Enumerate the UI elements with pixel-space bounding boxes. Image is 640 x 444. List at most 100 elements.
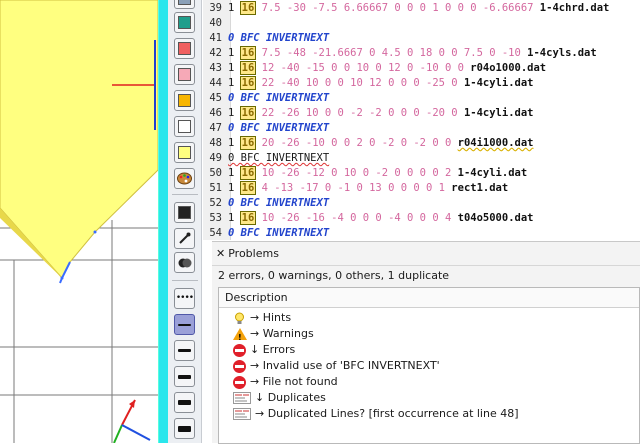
- line-thickest-icon[interactable]: [174, 418, 195, 439]
- editor-line[interactable]: 48 1 16 20 -26 -10 0 0 2 0 -2 0 -2 0 0 r0…: [203, 136, 533, 151]
- problem-row[interactable]: ↓ Errors: [233, 342, 295, 358]
- problem-row[interactable]: → Duplicated Lines? [first occurrence at…: [233, 406, 519, 422]
- line-number: 47: [209, 122, 222, 134]
- editor-line[interactable]: 43 1 16 12 -40 -15 0 0 10 0 12 0 -10 0 0 …: [203, 61, 546, 76]
- line-params: 22 -40 10 0 0 10 12 0 0 0 -25 0: [261, 77, 458, 89]
- line-type: 1: [228, 182, 235, 194]
- line-number: 42: [209, 47, 222, 59]
- editor-line[interactable]: 51 1 16 4 -13 -17 0 -1 0 13 0 0 0 0 1 rec…: [203, 181, 508, 196]
- error-icon: [233, 343, 246, 357]
- line-params: 4 -13 -17 0 -1 0 13 0 0 0 0 1: [261, 182, 445, 194]
- editor-line[interactable]: 45 0 BFC INVERTNEXT: [203, 91, 329, 106]
- line-number: 52: [209, 197, 222, 209]
- line-number: 51: [209, 182, 222, 194]
- line-type: 1: [228, 167, 235, 179]
- line-type: 1: [228, 77, 235, 89]
- line-params: 22 -26 10 0 0 -2 -2 0 0 0 -20 0: [261, 107, 458, 119]
- subfile-name: r04i1000.dat: [457, 137, 534, 149]
- color-button-red[interactable]: [174, 38, 195, 59]
- problem-text: → Duplicated Lines? [first occurrence at…: [255, 407, 519, 420]
- problem-text: ↓ Duplicates: [255, 391, 326, 404]
- hint-icon: [233, 312, 246, 325]
- comment-text: 0 BFC INVERTNEXT: [228, 227, 330, 239]
- editor-line[interactable]: 41 0 BFC INVERTNEXT: [203, 31, 329, 46]
- problem-text: → File not found: [250, 375, 338, 388]
- problem-row[interactable]: ! → Warnings: [233, 326, 314, 342]
- editor-line[interactable]: 42 1 16 7.5 -48 -21.6667 0 4.5 0 18 0 0 7…: [203, 46, 597, 61]
- color-button-white[interactable]: [174, 116, 195, 137]
- color-code: 16: [239, 211, 257, 225]
- subfile-name: 1-4cyls.dat: [527, 47, 597, 59]
- line-number: 53: [209, 212, 222, 224]
- editor-line[interactable]: 53 1 16 10 -26 -16 -4 0 0 0 -4 0 0 0 4 t0…: [203, 211, 533, 226]
- color-code: 16: [239, 181, 257, 195]
- duplicate-icon: [233, 391, 251, 405]
- warning-icon: !: [233, 327, 247, 342]
- subfile-name: 1-4cyli.dat: [457, 167, 528, 179]
- problems-summary: 2 errors, 0 warnings, 0 others, 1 duplic…: [218, 269, 450, 282]
- line-number: 46: [209, 107, 222, 119]
- color-code: 16: [239, 46, 257, 60]
- problems-panel: ✕ Problems 2 errors, 0 warnings, 0 others…: [212, 241, 640, 444]
- line-type: 1: [228, 212, 235, 224]
- line-params: 10 -26 -16 -4 0 0 0 -4 0 0 0 4: [261, 212, 452, 224]
- duplicate-icon: [233, 407, 251, 421]
- line-medium-icon[interactable]: [174, 340, 195, 361]
- editor-line[interactable]: 46 1 16 22 -26 10 0 0 -2 -2 0 0 0 -20 0 1…: [203, 106, 533, 121]
- color-button-gray[interactable]: [174, 0, 195, 9]
- line-params: 7.5 -48 -21.6667 0 4.5 0 18 0 0 7.5 0 -1…: [261, 47, 521, 59]
- palette-icon[interactable]: [174, 168, 195, 189]
- problem-text: → Hints: [250, 311, 292, 324]
- color-code: 16: [239, 166, 257, 180]
- eyedropper-icon[interactable]: [174, 228, 195, 249]
- viewport-splitter[interactable]: [158, 0, 168, 443]
- code-editor[interactable]: 39 1 16 7.5 -30 -7.5 6.66667 0 0 0 1 0 0 …: [203, 0, 640, 240]
- line-params: 10 -26 -12 0 10 0 -2 0 0 0 0 2: [261, 167, 452, 179]
- subfile-name: r04o1000.dat: [470, 62, 547, 74]
- problem-row[interactable]: ↓ Duplicates: [233, 390, 326, 406]
- color-code: 16: [239, 61, 257, 75]
- problem-row[interactable]: → Invalid use of 'BFC INVERTNEXT': [233, 358, 440, 374]
- problems-tab[interactable]: ✕ Problems: [216, 245, 279, 263]
- line-number: 49: [209, 152, 222, 164]
- color-button-teal[interactable]: [174, 12, 195, 33]
- editor-line[interactable]: 52 0 BFC INVERTNEXT: [203, 196, 329, 211]
- editor-line[interactable]: 39 1 16 7.5 -30 -7.5 6.66667 0 0 0 1 0 0 …: [203, 1, 609, 16]
- comment-text: 0 BFC INVERTNEXT: [228, 32, 330, 44]
- problem-text: → Invalid use of 'BFC INVERTNEXT': [250, 359, 440, 372]
- color-button-orange[interactable]: [174, 90, 195, 111]
- render-mode-icon[interactable]: [174, 252, 195, 273]
- problem-row[interactable]: → Hints: [233, 310, 291, 326]
- editor-line[interactable]: 50 1 16 10 -26 -12 0 10 0 -2 0 0 0 0 2 1-…: [203, 166, 527, 181]
- editor-line[interactable]: 54 0 BFC INVERTNEXT: [203, 226, 329, 240]
- line-number: 50: [209, 167, 222, 179]
- subfile-name: 1-4cyli.dat: [463, 77, 534, 89]
- problem-text: → Warnings: [250, 327, 314, 340]
- error-icon: [233, 375, 246, 389]
- line-number: 41: [209, 32, 222, 44]
- editor-line[interactable]: 40: [203, 16, 228, 31]
- color-code: 16: [239, 1, 257, 15]
- description-column-header[interactable]: Description: [219, 288, 639, 308]
- line-number: 43: [209, 62, 222, 74]
- editor-line[interactable]: 44 1 16 22 -40 10 0 0 10 12 0 0 0 -25 0 1…: [203, 76, 533, 91]
- color-code: 16: [239, 106, 257, 120]
- line-thick-icon[interactable]: [174, 366, 195, 387]
- line-params: 20 -26 -10 0 0 2 0 -2 0 -2 0 0: [261, 137, 452, 149]
- line-thin-icon[interactable]: [174, 314, 195, 335]
- editor-line[interactable]: 47 0 BFC INVERTNEXT: [203, 121, 329, 136]
- color-button-yellow[interactable]: [174, 142, 195, 163]
- line-type: 1: [228, 62, 235, 74]
- close-icon[interactable]: ✕: [216, 247, 225, 260]
- problem-row[interactable]: → File not found: [233, 374, 338, 390]
- color-button-pink[interactable]: [174, 64, 195, 85]
- 3d-viewport[interactable]: [0, 0, 158, 443]
- color-button-black[interactable]: [174, 202, 195, 223]
- editor-line[interactable]: 49 0 BFC INVERTNEXT: [203, 151, 329, 166]
- model-render: [0, 0, 158, 443]
- meta-command: 0 BFC INVERTNEXT: [228, 152, 330, 164]
- line-number: 40: [209, 17, 222, 29]
- problems-table[interactable]: Description → Hints! → Warnings ↓ Errors → …: [218, 287, 640, 444]
- line-thicker-icon[interactable]: [174, 392, 195, 413]
- line-dotted-icon[interactable]: ••••: [174, 288, 195, 309]
